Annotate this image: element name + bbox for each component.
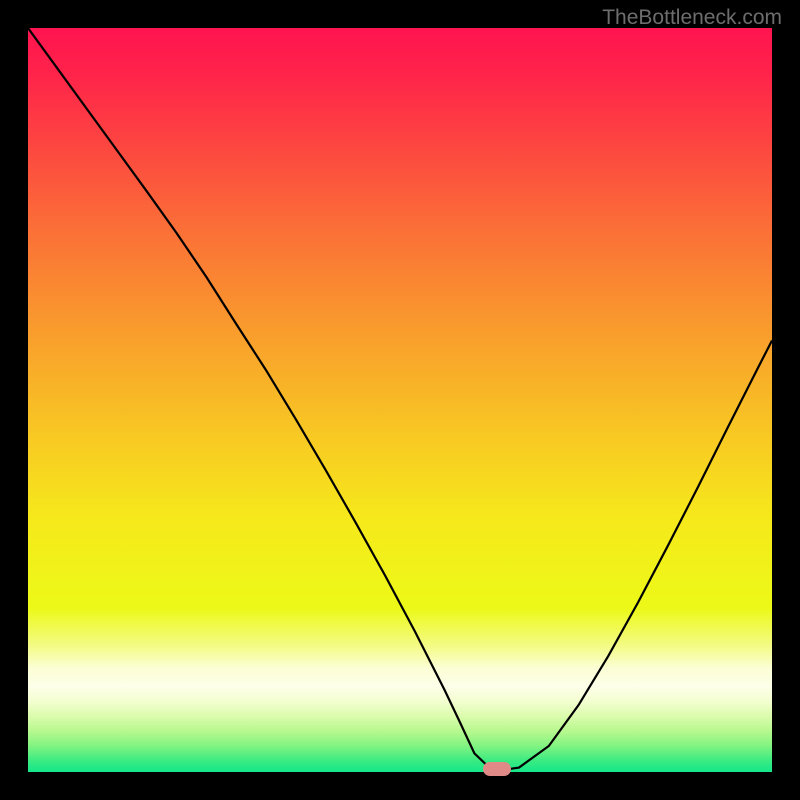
plot-area xyxy=(28,28,772,772)
optimal-point-marker xyxy=(483,762,511,776)
chart-svg xyxy=(28,28,772,772)
chart-background xyxy=(28,28,772,772)
attribution-watermark: TheBottleneck.com xyxy=(602,6,782,30)
